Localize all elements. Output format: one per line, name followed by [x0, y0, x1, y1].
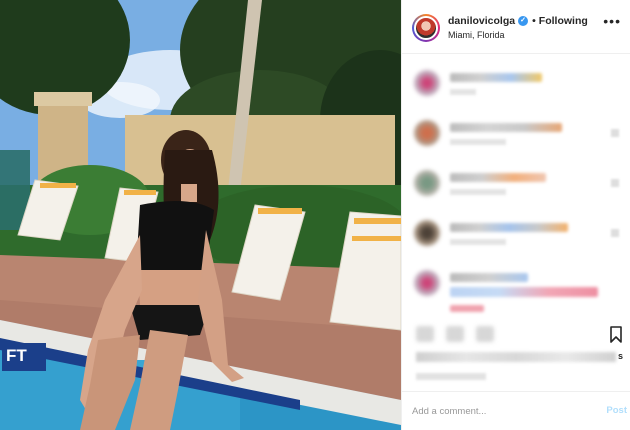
- comment-text-blurred: [450, 173, 546, 182]
- list-item: [402, 260, 630, 320]
- share-icon[interactable]: [476, 326, 494, 342]
- like-comment-icon[interactable]: [611, 229, 619, 237]
- list-item: [402, 160, 630, 206]
- comment-text-blurred: [450, 305, 484, 312]
- post-button[interactable]: Post: [606, 405, 627, 416]
- separator-dot: •: [532, 15, 536, 27]
- comment-input[interactable]: [412, 402, 592, 420]
- list-item: [402, 110, 630, 156]
- comment-meta-blurred: [450, 239, 506, 245]
- comment-meta-blurred: [450, 189, 506, 195]
- comment-icon[interactable]: [446, 326, 464, 342]
- post-date-blurred: [416, 373, 486, 380]
- likes-suffix: s: [617, 351, 623, 361]
- verified-badge-icon: ✓: [518, 16, 529, 26]
- pool-sign-text: FT: [6, 346, 27, 365]
- comment-avatar[interactable]: [414, 270, 440, 296]
- comment-text-blurred: [450, 223, 568, 232]
- add-comment-section: Post: [402, 391, 630, 430]
- like-icon[interactable]: [416, 326, 434, 342]
- username-link[interactable]: danilovicolga: [448, 15, 515, 27]
- list-item: [402, 60, 630, 106]
- comments-list[interactable]: [402, 55, 630, 320]
- comment-avatar[interactable]: [414, 120, 440, 146]
- post-header: danilovicolga ✓ • Following Miami, Flori…: [402, 0, 630, 54]
- like-comment-icon[interactable]: [611, 179, 619, 187]
- list-item: [402, 210, 630, 256]
- post-details-panel: danilovicolga ✓ • Following Miami, Flori…: [401, 0, 630, 430]
- comment-meta-blurred: [450, 139, 506, 145]
- bookmark-icon[interactable]: [609, 326, 623, 343]
- following-button[interactable]: Following: [539, 15, 588, 27]
- avatar[interactable]: [412, 14, 440, 42]
- likes-count-blurred[interactable]: [416, 352, 616, 362]
- user-row: danilovicolga ✓ • Following: [448, 15, 588, 27]
- like-comment-icon[interactable]: [611, 129, 619, 137]
- comment-text-blurred: [450, 73, 542, 82]
- comment-avatar[interactable]: [414, 70, 440, 96]
- location-link[interactable]: Miami, Florida: [448, 30, 505, 40]
- more-options-icon[interactable]: •••: [603, 14, 621, 28]
- comment-text-blurred: [450, 123, 562, 132]
- post-photo[interactable]: FT: [0, 0, 401, 430]
- pool-scene-image: [0, 0, 401, 430]
- post-actions: s: [402, 320, 630, 390]
- avatar-image: [414, 16, 438, 40]
- comment-meta-blurred: [450, 89, 476, 95]
- comment-avatar[interactable]: [414, 170, 440, 196]
- comment-avatar[interactable]: [414, 220, 440, 246]
- comment-text-blurred: [450, 273, 528, 282]
- comment-text-blurred: [450, 287, 598, 297]
